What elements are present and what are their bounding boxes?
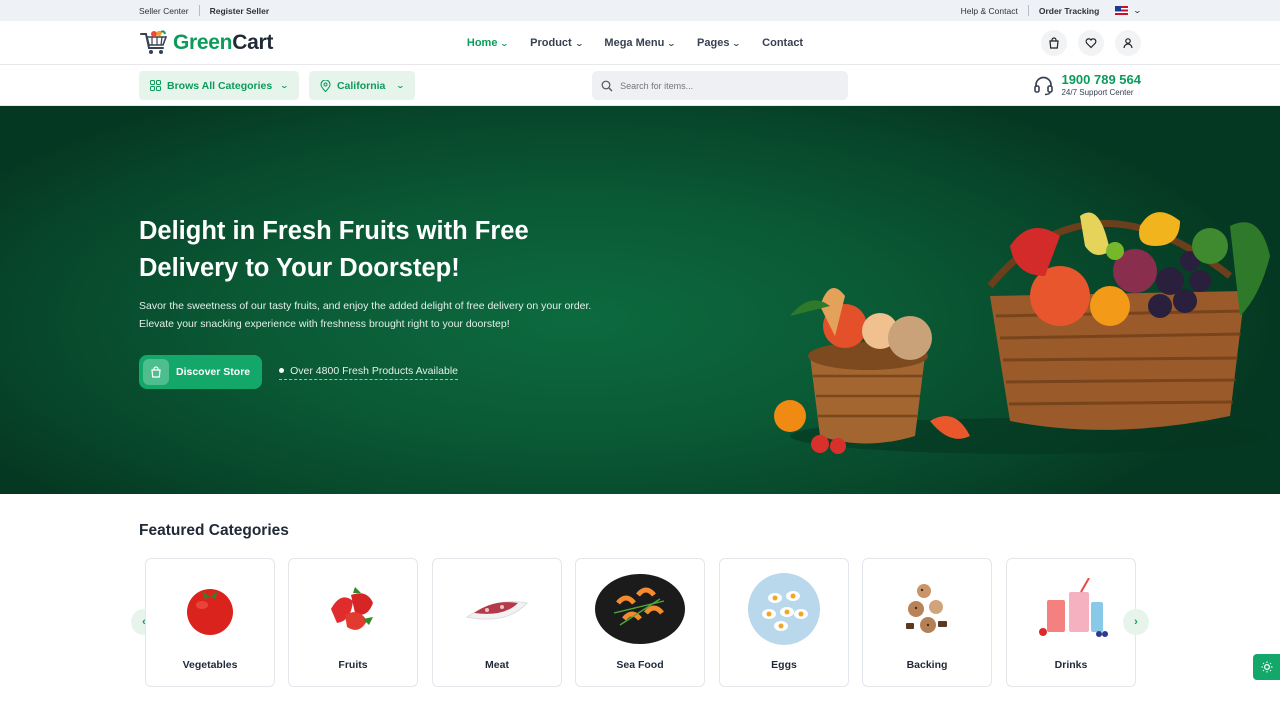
browse-categories-button[interactable]: Brows All Categories ⌄ [139, 71, 299, 100]
chevron-down-icon: ⌄ [500, 38, 510, 48]
logo-text: GreenCart [173, 31, 274, 54]
category-card-drinks[interactable]: Drinks [1006, 558, 1136, 687]
cart-logo-icon [140, 30, 168, 54]
category-card-eggs[interactable]: Eggs [719, 558, 849, 687]
hero-banner: Delight in Fresh Fruits with Free Delive… [0, 106, 1280, 494]
discover-store-button[interactable]: Discover Store [139, 355, 263, 389]
account-button[interactable] [1115, 30, 1141, 56]
headset-icon [1034, 76, 1054, 96]
fruit-basket-image [774, 212, 1270, 454]
tomato-icon [187, 589, 233, 635]
drinks-icon [1039, 578, 1108, 637]
category-card-meat[interactable]: Meat [432, 558, 562, 687]
featured-categories-section: Featured Categories ‹ Vegetables Fruits [0, 494, 1280, 688]
chevron-down-icon: ⌄ [732, 38, 742, 48]
cookies-icon [906, 584, 947, 633]
category-card-sea-food[interactable]: Sea Food [575, 558, 705, 687]
order-tracking-link[interactable]: Order Tracking [1039, 6, 1099, 16]
nav-product[interactable]: Product ⌄ [530, 37, 584, 49]
support-contact: 1900 789 564 24/7 Support Center [1033, 73, 1141, 98]
user-icon [1123, 38, 1133, 49]
grid-icon [150, 80, 161, 91]
bullet-icon [279, 368, 285, 373]
sun-icon [1261, 661, 1272, 673]
strawberry-icon [331, 587, 373, 630]
main-header: GreenCart Home ⌄ Product ⌄ Mega Menu ⌄ Page… [0, 21, 1280, 65]
chevron-down-icon: ⌄ [396, 81, 406, 90]
main-nav: Home ⌄ Product ⌄ Mega Menu ⌄ Pages ⌄ Contact [467, 37, 803, 49]
chevron-down-icon: ⌄ [574, 38, 584, 48]
heart-icon [1085, 38, 1097, 49]
divider [1027, 5, 1029, 16]
help-contact-link[interactable]: Help & Contact [961, 6, 1018, 16]
section-title: Featured Categories [139, 522, 289, 539]
search-box [592, 71, 849, 100]
chevron-right-icon: › [1134, 616, 1138, 628]
category-card-backing[interactable]: Backing [862, 558, 992, 687]
shrimp-icon [595, 574, 685, 644]
theme-toggle-button[interactable] [1253, 654, 1280, 680]
seller-center-link[interactable]: Seller Center [139, 6, 189, 16]
hero-title: Delight in Fresh Fruits with Free Delive… [139, 217, 529, 282]
location-selector[interactable]: California ⌄ [308, 71, 416, 100]
products-available-link[interactable]: Over 4800 Fresh Products Available [279, 365, 459, 380]
search-icon [601, 80, 613, 91]
chevron-down-icon: ⌄ [666, 38, 677, 48]
logo[interactable]: GreenCart [139, 30, 339, 56]
us-flag-icon [1115, 6, 1129, 15]
nav-pages[interactable]: Pages ⌄ [697, 37, 742, 49]
support-phone[interactable]: 1900 789 564 [1061, 73, 1141, 87]
support-label: 24/7 Support Center [1061, 88, 1134, 97]
category-card-vegetables[interactable]: Vegetables [145, 558, 275, 687]
cart-button[interactable] [1041, 30, 1067, 56]
chevron-down-icon: ⌄ [279, 81, 290, 90]
shopping-bag-icon [143, 359, 169, 385]
divider [198, 5, 200, 16]
nav-contact[interactable]: Contact [762, 37, 803, 49]
hero-description: Savor the sweetness of our tasty fruits,… [139, 300, 592, 330]
eggs-icon [748, 573, 820, 645]
carousel-next-button[interactable]: › [1123, 609, 1149, 635]
search-input[interactable] [620, 80, 821, 91]
nav-home[interactable]: Home ⌄ [467, 37, 510, 49]
nav-mega-menu[interactable]: Mega Menu ⌄ [604, 37, 677, 49]
language-selector[interactable]: ⌄ [1115, 6, 1143, 15]
chevron-down-icon: ⌄ [1132, 6, 1143, 15]
top-bar: Seller Center Register Seller Help & Con… [0, 0, 1280, 21]
register-seller-link[interactable]: Register Seller [210, 6, 270, 16]
search-row: Brows All Categories ⌄ California ⌄ 1900… [0, 65, 1280, 106]
wishlist-button[interactable] [1078, 30, 1104, 56]
meat-icon [465, 601, 528, 620]
location-pin-icon [320, 79, 331, 92]
category-card-fruits[interactable]: Fruits [288, 558, 418, 687]
shopping-bag-icon [1049, 37, 1059, 49]
